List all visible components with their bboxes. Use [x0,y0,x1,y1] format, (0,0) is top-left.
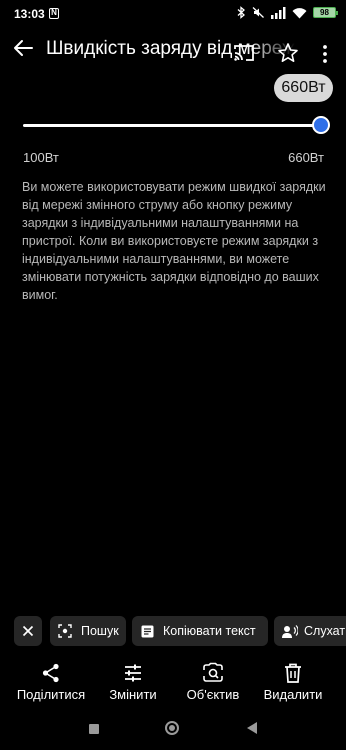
edit-button[interactable]: Змінити [88,662,178,702]
battery-icon: 98 [313,7,338,18]
more-vert-icon[interactable] [318,44,332,64]
lens-label: Об'єктив [186,687,240,702]
slider-max-label: 660Вт [288,150,324,165]
slider-value-bubble: 660Вт [274,74,333,102]
status-time: 13:03 [14,7,45,21]
copy-text-chip[interactable]: Копіювати текст [132,616,268,646]
copy-text-chip-label: Копіювати текст [163,624,256,638]
tune-icon [125,664,141,682]
lens-icon [203,662,223,682]
cast-icon[interactable] [233,43,255,63]
share-icon [42,663,59,683]
nfc-icon: N [49,8,59,19]
share-button[interactable]: Поділитися [6,662,96,702]
slider-track[interactable] [23,124,321,127]
share-label: Поділитися [16,687,86,702]
star-icon[interactable] [277,42,299,64]
slider-thumb[interactable] [312,116,330,134]
page-title: Швидкість заряду від мережі [46,38,296,59]
delete-label: Видалити [263,687,323,702]
status-bar: 13:03 N 98 [0,0,346,30]
lens-button[interactable]: Об'єктив [168,662,258,702]
bottom-action-bar: Поділитися Змінити Об'єктив Видалити [0,662,346,708]
listen-icon [282,624,298,638]
screen: 13:03 N 98 Швидкість заряду від мережі 6… [0,0,346,750]
close-icon [22,625,34,637]
search-chip[interactable]: Пошук [50,616,126,646]
listen-chip-label: Слухати [304,624,346,638]
description-text: Ви можете використовувати режим швидкої … [22,180,326,302]
lens-search-icon [58,624,72,638]
home-icon[interactable] [165,721,179,735]
edit-label: Змінити [109,687,157,702]
bluetooth-icon [237,6,245,19]
recents-icon[interactable] [89,724,99,734]
back-arrow-icon[interactable] [12,37,34,59]
system-nav-bar [0,716,346,750]
search-chip-label: Пошук [81,624,119,638]
wifi-icon [292,7,307,18]
trash-icon [285,663,301,683]
listen-chip[interactable]: Слухати [274,616,346,646]
lens-chip-row: Пошук Копіювати текст Слухати [14,616,346,646]
status-icons: 98 [237,6,338,19]
close-chip[interactable] [14,616,42,646]
delete-button[interactable]: Видалити [248,662,338,702]
signal-icon [271,6,286,19]
nav-back-icon[interactable] [247,722,257,734]
mute-icon [252,7,264,18]
copy-text-icon [141,625,154,637]
slider-min-label: 100Вт [23,150,59,165]
